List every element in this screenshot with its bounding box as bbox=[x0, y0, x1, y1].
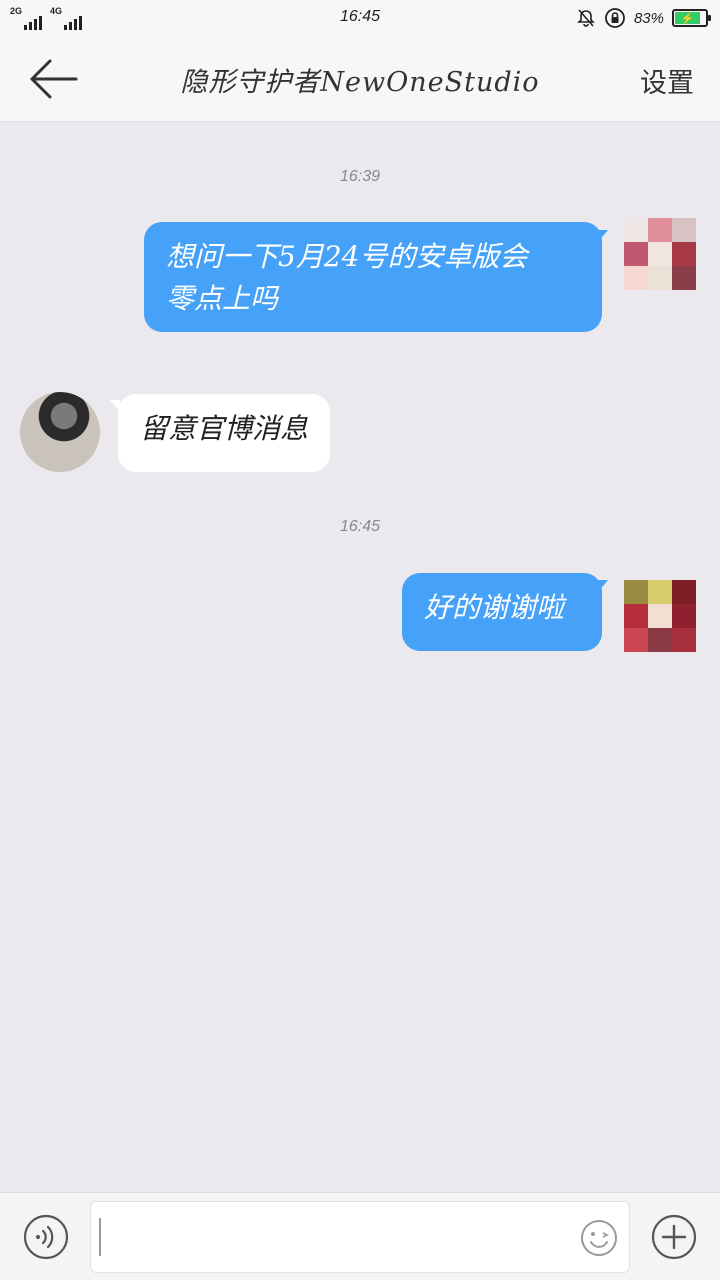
battery-icon: ⚡ bbox=[672, 9, 711, 27]
message-timestamp: 16:45 bbox=[339, 518, 381, 535]
my-avatar[interactable] bbox=[624, 218, 696, 290]
message-input[interactable] bbox=[90, 1201, 630, 1273]
message-timestamp: 16:39 bbox=[339, 168, 381, 185]
chat-header: 隐形守护者NewOneStudio 设置 bbox=[0, 36, 720, 122]
battery-percentage: 83% bbox=[633, 9, 664, 27]
message-text-line: 想问一下5月24号的安卓版会 bbox=[166, 240, 528, 273]
message-text: 好的谢谢啦 bbox=[424, 591, 565, 624]
status-bar: 2G 4G 16:45 83% ⚡ bbox=[0, 0, 720, 36]
back-arrow-icon[interactable] bbox=[26, 56, 82, 102]
my-avatar[interactable] bbox=[624, 580, 696, 652]
message-text: 留意官博消息 bbox=[140, 412, 309, 445]
voice-icon[interactable] bbox=[22, 1213, 70, 1261]
bubble-tail bbox=[598, 580, 608, 592]
bubble-tail bbox=[598, 230, 608, 242]
settings-button[interactable]: 设置 bbox=[640, 61, 694, 100]
message-text-line: 零点上吗 bbox=[166, 282, 279, 315]
incoming-message-bubble[interactable]: 留意官博消息 bbox=[118, 394, 331, 472]
text-caret bbox=[99, 1218, 101, 1256]
plus-icon[interactable] bbox=[650, 1213, 698, 1261]
input-bar bbox=[0, 1192, 720, 1280]
emoji-icon[interactable] bbox=[579, 1218, 619, 1258]
contact-avatar[interactable] bbox=[20, 392, 100, 472]
bell-muted-icon bbox=[577, 9, 595, 27]
outgoing-message-bubble[interactable]: 好的谢谢啦 bbox=[402, 573, 602, 651]
chat-title: 隐形守护者NewOneStudio bbox=[180, 67, 540, 98]
outgoing-message-bubble[interactable]: 想问一下5月24号的安卓版会 零点上吗 bbox=[144, 222, 602, 332]
rotation-lock-icon bbox=[605, 8, 625, 28]
status-right-indicators: 83% ⚡ bbox=[576, 6, 711, 30]
